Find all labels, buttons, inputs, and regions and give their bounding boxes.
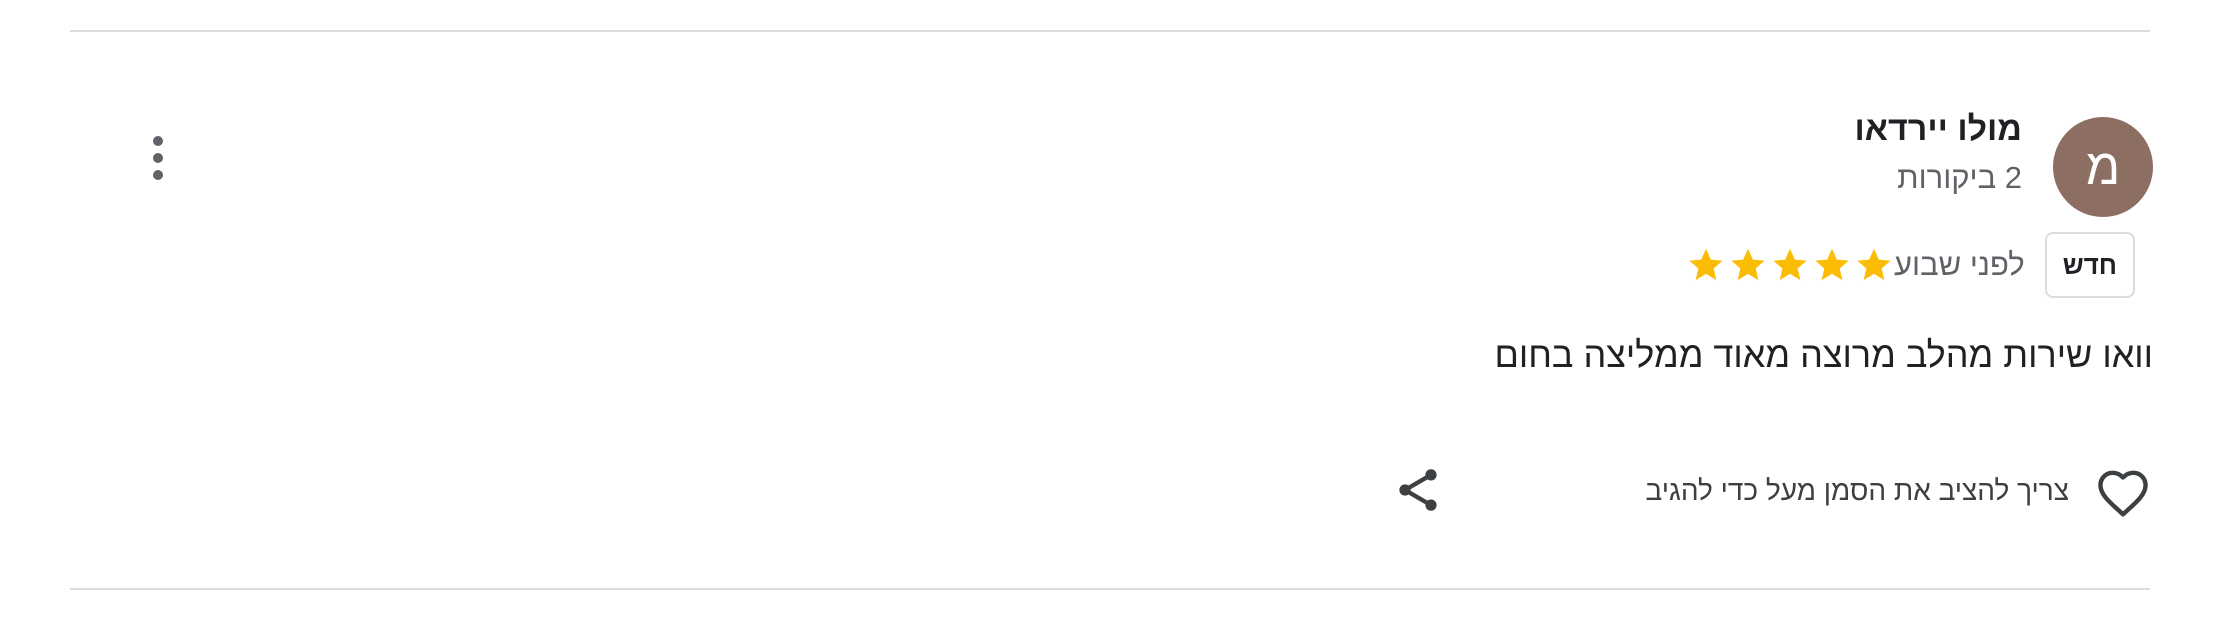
like-label: צריך להציב את הסמן מעל כדי להגיב bbox=[1645, 475, 2069, 506]
avatar-letter: מ bbox=[2085, 139, 2121, 195]
star-icon bbox=[1857, 248, 1891, 281]
review-text: וואו שירות מהלב מרוצה מאוד ממליצה בחום bbox=[1494, 334, 2153, 375]
new-badge: חדש bbox=[2044, 232, 2135, 298]
star-icon bbox=[1731, 248, 1765, 281]
star-icon bbox=[1689, 248, 1723, 281]
divider-top bbox=[70, 30, 2150, 32]
avatar[interactable]: מ bbox=[2053, 117, 2153, 217]
like-button[interactable]: צריך להציב את הסמן מעל כדי להגיב bbox=[1646, 458, 2153, 524]
more-options-button[interactable] bbox=[140, 128, 176, 188]
reviewer-review-count: 2 ביקורות bbox=[1897, 160, 2022, 195]
share-icon bbox=[1399, 469, 1437, 511]
divider-bottom bbox=[70, 588, 2150, 590]
review-time: לפני שבוע bbox=[1894, 247, 2025, 282]
share-button[interactable] bbox=[1388, 460, 1448, 520]
reviewer-name[interactable]: מולו יירדאו bbox=[1855, 110, 2022, 149]
review-card: מ מולו יירדאו 2 ביקורות לפני שבוע חדש וו… bbox=[0, 0, 2229, 620]
heart-outline-icon bbox=[2098, 470, 2148, 517]
star-icon bbox=[1815, 248, 1849, 281]
star-rating bbox=[1686, 245, 1894, 285]
rating-row: לפני שבוע חדש bbox=[1686, 232, 2153, 298]
more-vert-icon bbox=[153, 136, 163, 146]
star-icon bbox=[1773, 248, 1807, 281]
